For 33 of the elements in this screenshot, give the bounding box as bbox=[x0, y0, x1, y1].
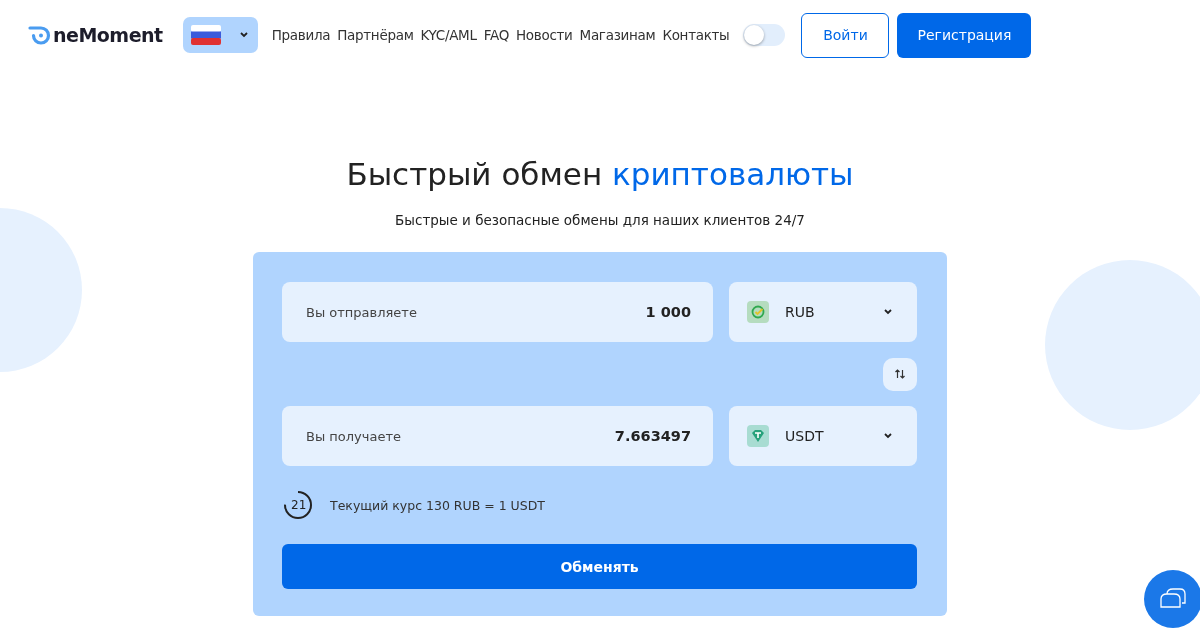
amount-field[interactable]: Вы получаете 7.663497 bbox=[282, 406, 713, 466]
swap-button[interactable] bbox=[883, 357, 917, 391]
rate-text: Текущий курс 130 RUB = 1 USDT bbox=[330, 497, 545, 513]
hero-subtitle: Быстрые и безопасные обмены для наших клиентов 24/7 bbox=[395, 212, 805, 228]
flag-icon bbox=[190, 25, 221, 45]
nav-link[interactable]: Правила bbox=[271, 27, 331, 43]
hero-title: Быстрый обмен криптовалюты bbox=[346, 156, 854, 192]
coin-icon bbox=[747, 425, 769, 447]
login-button[interactable]: Войти bbox=[801, 12, 890, 58]
register-button[interactable]: Регистрация bbox=[897, 12, 1032, 58]
chevron-icon bbox=[883, 309, 893, 315]
nav-link[interactable]: Магазинам bbox=[579, 27, 656, 43]
nav-link[interactable]: Новости bbox=[515, 27, 573, 43]
chat-button[interactable] bbox=[1144, 570, 1200, 628]
theme-toggle[interactable] bbox=[743, 24, 786, 46]
chevron-icon bbox=[883, 433, 893, 439]
currency-dropdown[interactable]: RUB bbox=[729, 282, 917, 342]
exchange-button[interactable]: Обменять bbox=[282, 544, 917, 589]
chat-icon bbox=[1159, 587, 1187, 611]
timer-count: 21 bbox=[291, 497, 307, 513]
language-dropdown[interactable] bbox=[182, 17, 258, 53]
logo-text: neMoment bbox=[53, 24, 163, 46]
timer-ring-icon bbox=[282, 489, 314, 521]
amount-field[interactable]: Вы отправляете 1 000 bbox=[282, 282, 713, 342]
chevron-icon bbox=[238, 32, 249, 38]
logo-icon bbox=[28, 25, 52, 45]
nav-link[interactable]: FAQ bbox=[483, 27, 509, 43]
coin-icon bbox=[747, 301, 769, 323]
nav-link[interactable]: Контакты bbox=[662, 27, 730, 43]
nav-link[interactable]: Партнёрам bbox=[337, 27, 414, 43]
nav-link[interactable]: KYC/AML bbox=[420, 27, 477, 43]
currency-dropdown[interactable]: USDT bbox=[729, 406, 917, 466]
swap-icon bbox=[894, 368, 906, 380]
